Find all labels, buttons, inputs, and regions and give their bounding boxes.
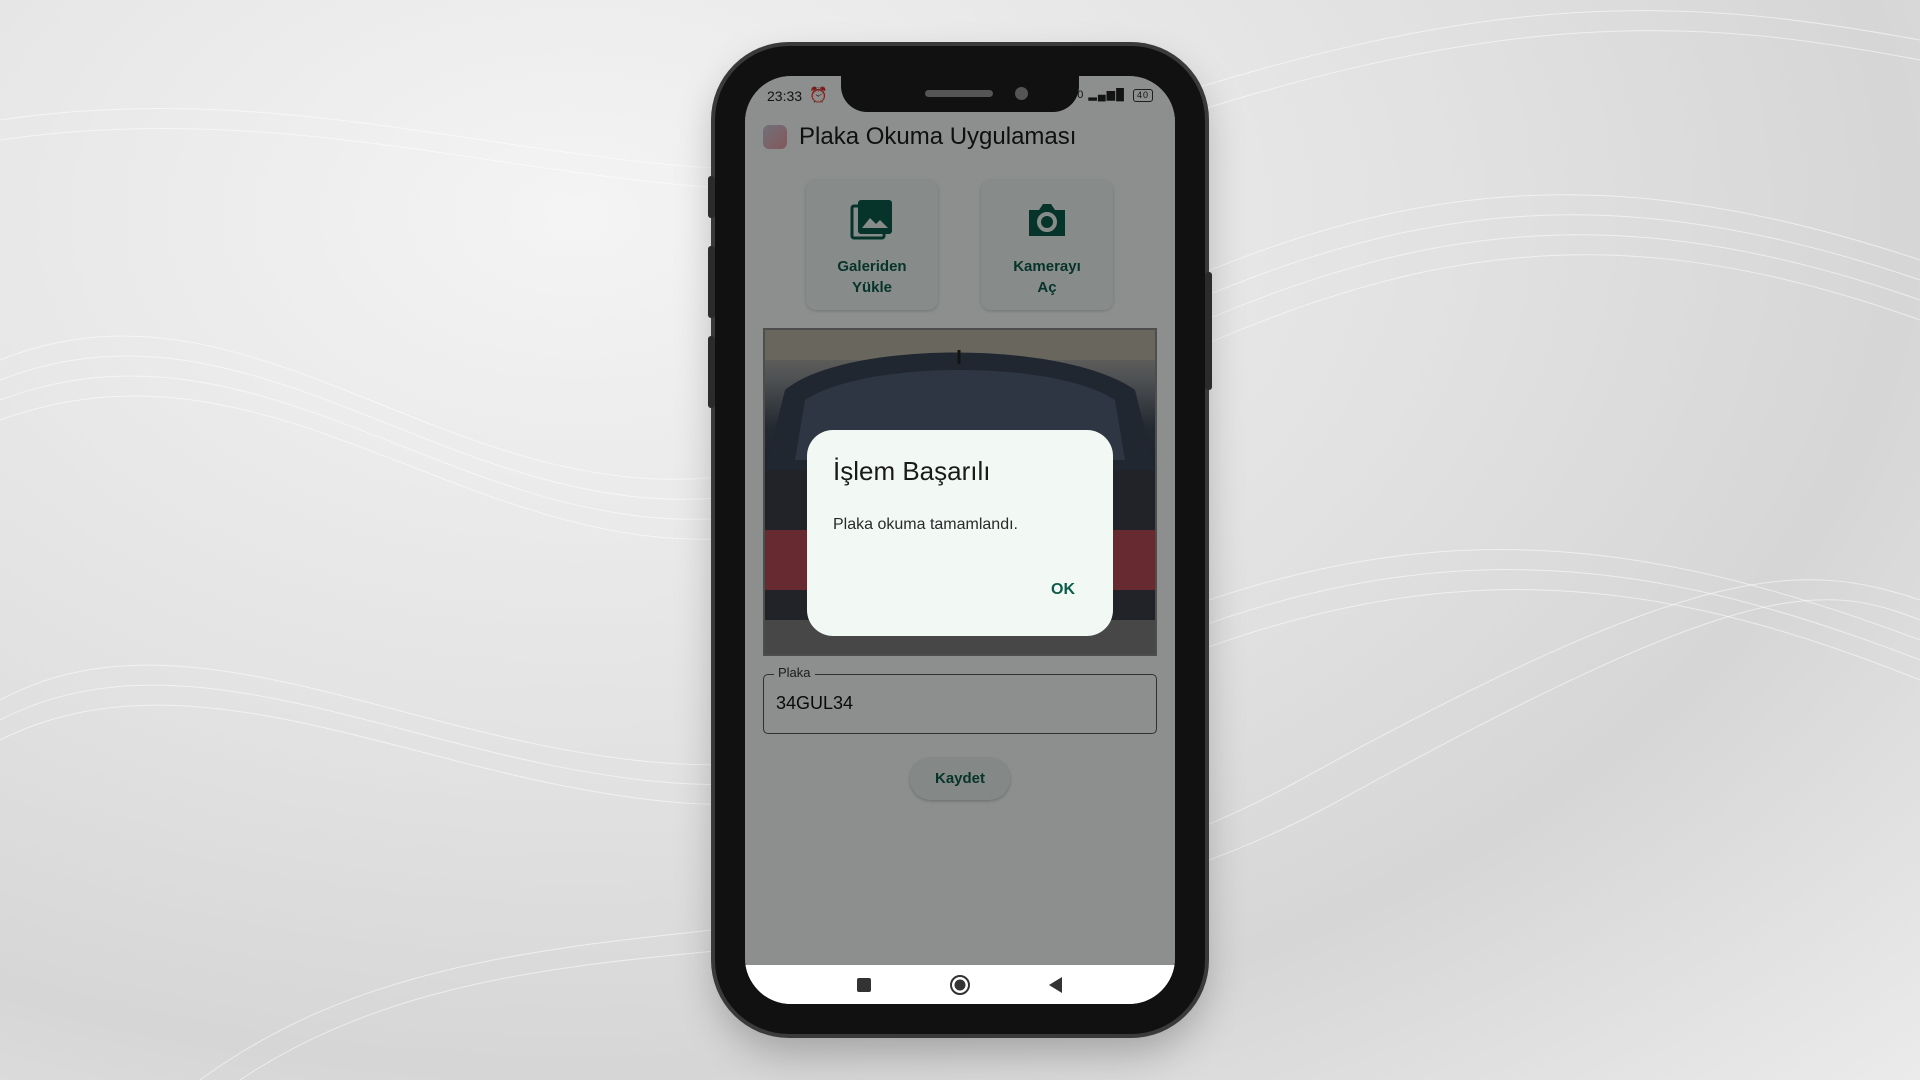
dialog-title: İşlem Başarılı xyxy=(833,456,991,486)
front-camera xyxy=(1015,87,1028,100)
phone-frame: 23:33 ⏰ 4.50 ▂▄▆█ 40 Plaka Okuma Uygulam… xyxy=(708,46,1212,1034)
success-dialog: İşlem Başarılı Plaka okuma tamamlandı. O… xyxy=(807,430,1113,636)
volume-up-button xyxy=(708,246,715,318)
dialog-message: Plaka okuma tamamlandı. xyxy=(833,516,1018,533)
system-nav-bar xyxy=(745,965,1175,1004)
home-circle-icon[interactable] xyxy=(948,974,972,996)
volume-down-button xyxy=(708,336,715,408)
dialog-ok-button[interactable]: OK xyxy=(1035,570,1091,610)
speaker-grille xyxy=(925,90,993,97)
back-triangle-icon[interactable] xyxy=(1044,974,1068,996)
side-button xyxy=(708,176,715,218)
recents-square-icon[interactable] xyxy=(852,974,876,996)
notch xyxy=(841,76,1079,112)
phone-screen: 23:33 ⏰ 4.50 ▂▄▆█ 40 Plaka Okuma Uygulam… xyxy=(745,76,1175,1004)
power-button xyxy=(1205,272,1212,390)
